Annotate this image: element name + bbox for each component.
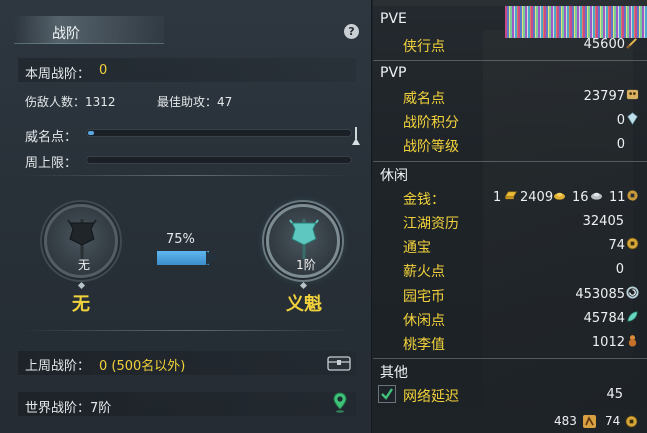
pve-section-title: PVE	[380, 11, 407, 27]
pvp-fame-label: 威名点	[403, 91, 445, 107]
fame-cap-marker	[352, 138, 360, 145]
rank-progress-arrow-tip	[206, 251, 220, 265]
xinhuo-label: 薪火点	[403, 264, 445, 280]
money-silver: 16	[572, 190, 589, 205]
checkmark-icon	[381, 388, 393, 400]
crystal-icon	[627, 112, 638, 125]
banner-flag-icon	[289, 219, 319, 259]
fame-progress-fill	[88, 131, 94, 135]
money-gold-bar: 1	[493, 190, 502, 205]
next-rank-level: 1阶	[296, 258, 316, 272]
weekly-rank-label: 本周战阶：	[25, 67, 91, 82]
jianghu-label: 江湖资历	[403, 216, 459, 232]
pve-xiaxing-label: 侠行点	[403, 39, 445, 55]
rank-progress-arrow	[157, 251, 209, 265]
footer-value-a: 483	[554, 414, 577, 428]
gold-ingot-icon	[553, 192, 566, 200]
character-icon	[583, 415, 596, 428]
location-pin-icon[interactable]	[333, 392, 347, 414]
swirl-coin-icon	[626, 286, 639, 299]
panel-title: 战阶	[52, 26, 80, 42]
last-week-value: 0 (500名以外)	[99, 359, 186, 374]
footer-value-b: 74	[605, 414, 621, 428]
current-rank-name: 无	[72, 294, 90, 315]
last-week-label: 上周战阶：	[25, 359, 91, 374]
pvp-fame-value: 23797	[583, 89, 625, 104]
coin-icon	[626, 237, 639, 250]
divider	[20, 175, 352, 176]
taoli-value: 1012	[591, 335, 625, 350]
latency-label: 网络延迟	[403, 389, 459, 405]
pvp-rank-points-value: 0	[616, 113, 625, 128]
yuanzhai-value: 453085	[575, 287, 625, 302]
rank-ornament	[77, 281, 86, 290]
section-divider	[373, 358, 647, 359]
currency-panel: PVE 侠行点 45600 PVP 威名点 23797 战阶积分 0 战阶等级 …	[373, 0, 647, 433]
leisure-points-label: 休闲点	[403, 313, 445, 329]
tongbao-value: 74	[608, 238, 625, 253]
banner-flag-icon	[67, 219, 97, 259]
weekly-cap-label: 周上限：	[25, 156, 78, 171]
silver-ingot-icon	[590, 192, 603, 200]
help-button[interactable]: ?	[344, 24, 359, 39]
rank-progress-percent: 75%	[166, 232, 195, 247]
current-rank-level: 无	[77, 258, 90, 272]
pvp-rank-points-label: 战阶积分	[403, 115, 459, 131]
weekly-rank-value: 0	[99, 63, 108, 78]
gold-bar-icon	[504, 191, 518, 200]
leisure-section-title: 休闲	[380, 168, 408, 184]
jianghu-value: 32405	[582, 214, 624, 229]
tongbao-label: 通宝	[403, 240, 431, 256]
weekly-cap-bar	[86, 156, 352, 164]
fame-label: 威名点：	[25, 130, 78, 145]
pvp-rank-level-value: 0	[616, 137, 625, 152]
gourd-icon	[628, 335, 637, 347]
leaf-icon	[627, 311, 638, 322]
pvp-rank-level-label: 战阶等级	[403, 139, 459, 155]
next-rank-badge: 1阶	[266, 204, 340, 278]
divider	[20, 330, 352, 331]
color-noise-strip	[505, 6, 647, 38]
kills-count: 伤敌人数：1312	[25, 95, 116, 109]
title-tab	[14, 16, 164, 44]
leisure-points-value: 45784	[583, 311, 625, 326]
battle-rank-panel: 战阶 ? 本周战阶： 0 伤敌人数：1312 最佳助攻：47 威名点： 周上限：…	[0, 0, 372, 433]
money-gold: 2409	[520, 190, 554, 205]
other-section-title: 其他	[380, 365, 408, 381]
best-assists: 最佳助攻：47	[157, 95, 233, 109]
world-rank-text: 世界战阶：7阶	[25, 401, 112, 416]
section-divider	[373, 161, 647, 162]
sword-icon	[626, 38, 637, 49]
reward-chest-icon[interactable]	[327, 354, 351, 372]
panel-header: 战阶	[0, 14, 372, 48]
rank-ornament	[299, 281, 308, 290]
latency-checkbox[interactable]	[378, 385, 396, 403]
copper-coin-icon	[627, 190, 638, 201]
yuanzhai-label: 园宅币	[403, 289, 445, 305]
coin-icon	[625, 415, 638, 428]
taoli-label: 桃李值	[403, 337, 445, 353]
xinhuo-value: 0	[615, 262, 624, 277]
section-divider	[373, 60, 647, 61]
money-copper: 11	[609, 190, 626, 205]
fame-progress-bar	[86, 129, 352, 137]
pvp-section-title: PVP	[380, 65, 407, 81]
next-rank-name: 义魁	[286, 294, 322, 315]
bottom-status-bar: 483 74	[373, 410, 647, 433]
pve-xiaxing-value: 45600	[583, 37, 625, 52]
latency-value: 45	[606, 387, 623, 402]
money-label: 金钱：	[403, 192, 445, 208]
mask-icon	[626, 89, 639, 100]
current-rank-badge: 无	[44, 204, 118, 278]
